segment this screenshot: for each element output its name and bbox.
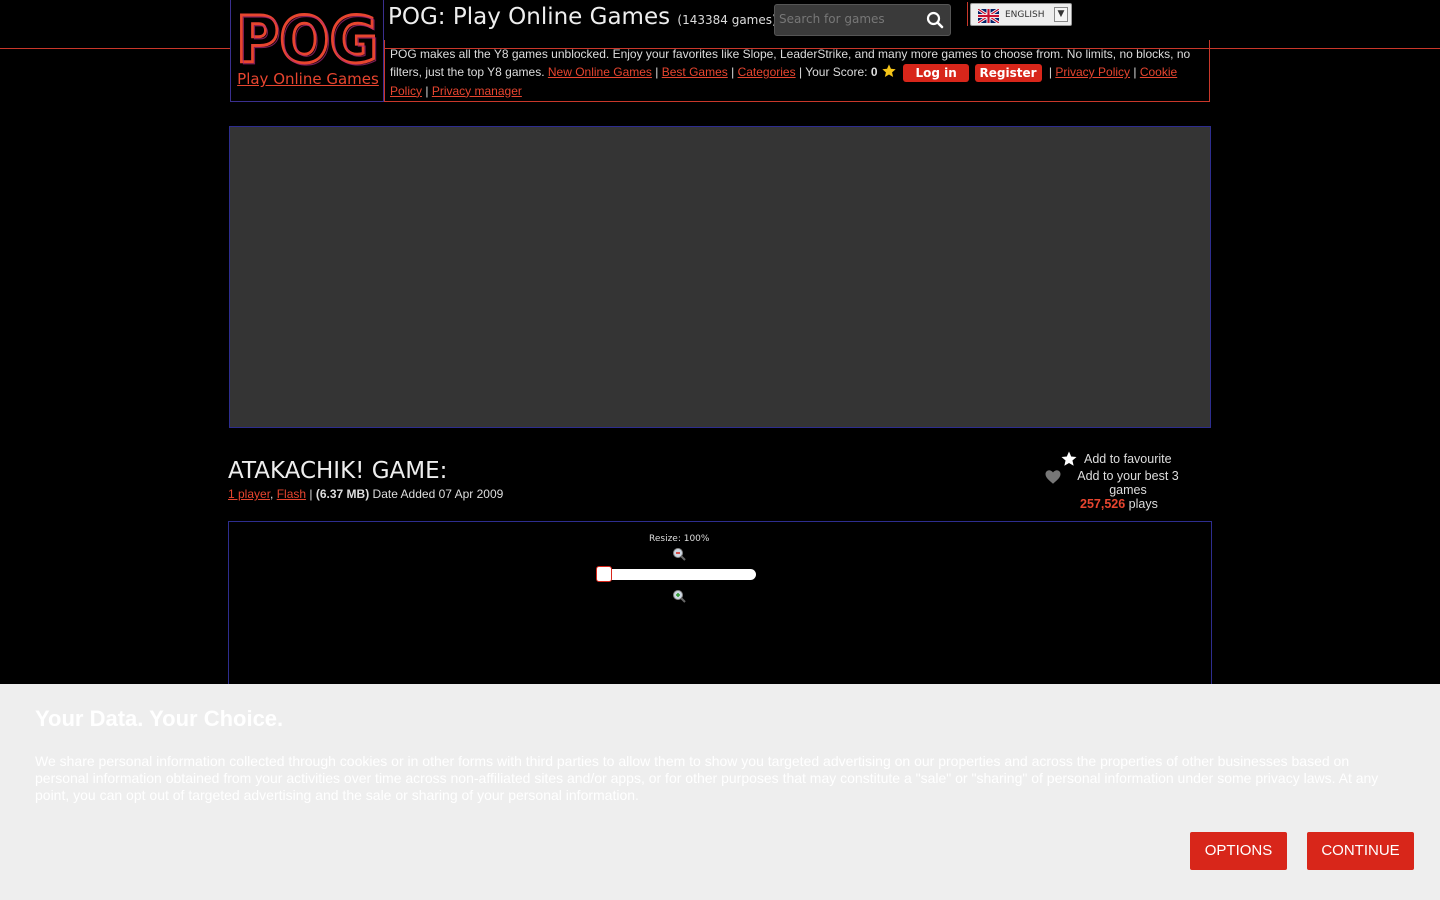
game-title: ATAKACHIK! GAME: [228, 458, 448, 484]
star-icon [1061, 451, 1077, 466]
resize-slider-track[interactable] [599, 569, 756, 580]
search-input[interactable] [779, 12, 919, 26]
separator: | [798, 65, 803, 79]
players-link[interactable]: 1 player [228, 487, 270, 501]
separator: | [655, 65, 659, 79]
site-logo[interactable]: POG POG Play Online Games [230, 0, 384, 102]
ad-banner[interactable] [229, 126, 1211, 428]
login-button[interactable]: Log in [903, 63, 970, 82]
resize-label: Resize: 100% [649, 534, 710, 544]
heart-icon[interactable] [1044, 468, 1062, 486]
options-button[interactable]: OPTIONS [1190, 832, 1287, 870]
zoom-in-icon[interactable] [672, 589, 686, 603]
continue-button[interactable]: CONTINUE [1307, 832, 1414, 870]
consent-banner: Your Data. Your Choice. We share persona… [0, 684, 1440, 900]
site-header: POG POG Play Online Games POG: Play Onli… [230, 0, 1210, 102]
register-button[interactable]: Register [974, 63, 1042, 82]
site-title-text: POG: Play Online Games [388, 4, 671, 30]
game-meta: 1 player, Flash | (6.37 MB) Date Added 0… [228, 487, 504, 501]
resize-slider-handle[interactable] [596, 566, 612, 582]
chevron-down-icon[interactable]: ▼ [1054, 7, 1068, 22]
game-size: (6.37 MB) [315, 487, 370, 501]
separator: | [731, 65, 735, 79]
language-divider [967, 2, 968, 26]
add-favourite-label: Add to favourite [1084, 452, 1172, 466]
categories-link[interactable]: Categories [738, 65, 796, 79]
search-box [774, 4, 951, 36]
logo-subtitle-link[interactable]: Play Online Games [231, 70, 385, 88]
best-games-link[interactable]: Best Games [662, 65, 728, 79]
info-bar: POG makes all the Y8 games unblocked. En… [384, 40, 1210, 102]
privacy-manager-link[interactable]: Privacy manager [432, 84, 522, 98]
new-games-link[interactable]: New Online Games [548, 65, 652, 79]
star-icon [882, 64, 896, 77]
logo-text-glow: POG [238, 6, 380, 70]
info-text-block: POG makes all the Y8 games unblocked. En… [390, 45, 1200, 100]
games-count: (143384 games) [677, 13, 777, 27]
uk-flag-icon [978, 9, 999, 23]
separator: | [1048, 65, 1052, 79]
consent-title: Your Data. Your Choice. [35, 706, 284, 731]
separator: | [1133, 65, 1137, 79]
search-icon[interactable] [926, 11, 944, 29]
consent-text: We share personal information collected … [35, 753, 1379, 803]
separator: | [425, 83, 429, 98]
plays-counter: 257,526 plays [1080, 497, 1158, 511]
score-value: 0 [870, 65, 878, 79]
plays-count: 257,526 [1080, 497, 1126, 511]
language-label: ENGLISH [1005, 10, 1045, 20]
zoom-out-icon[interactable] [672, 547, 686, 561]
tech-link[interactable]: Flash [277, 487, 306, 501]
add-favourite-button[interactable]: Add to favourite [1060, 450, 1172, 468]
privacy-policy-link[interactable]: Privacy Policy [1055, 65, 1130, 79]
page-title: POG: Play Online Games (143384 games) [388, 4, 777, 30]
plays-label: plays [1128, 497, 1158, 511]
language-selector[interactable]: ENGLISH ▼ [970, 3, 1072, 26]
add-best-button[interactable]: Add to your best 3 games [1074, 469, 1182, 497]
date-added: Date Added 07 Apr 2009 [372, 487, 504, 501]
pog-logo-graphic: POG POG [236, 6, 380, 70]
score-label: Your Score: [805, 65, 868, 79]
